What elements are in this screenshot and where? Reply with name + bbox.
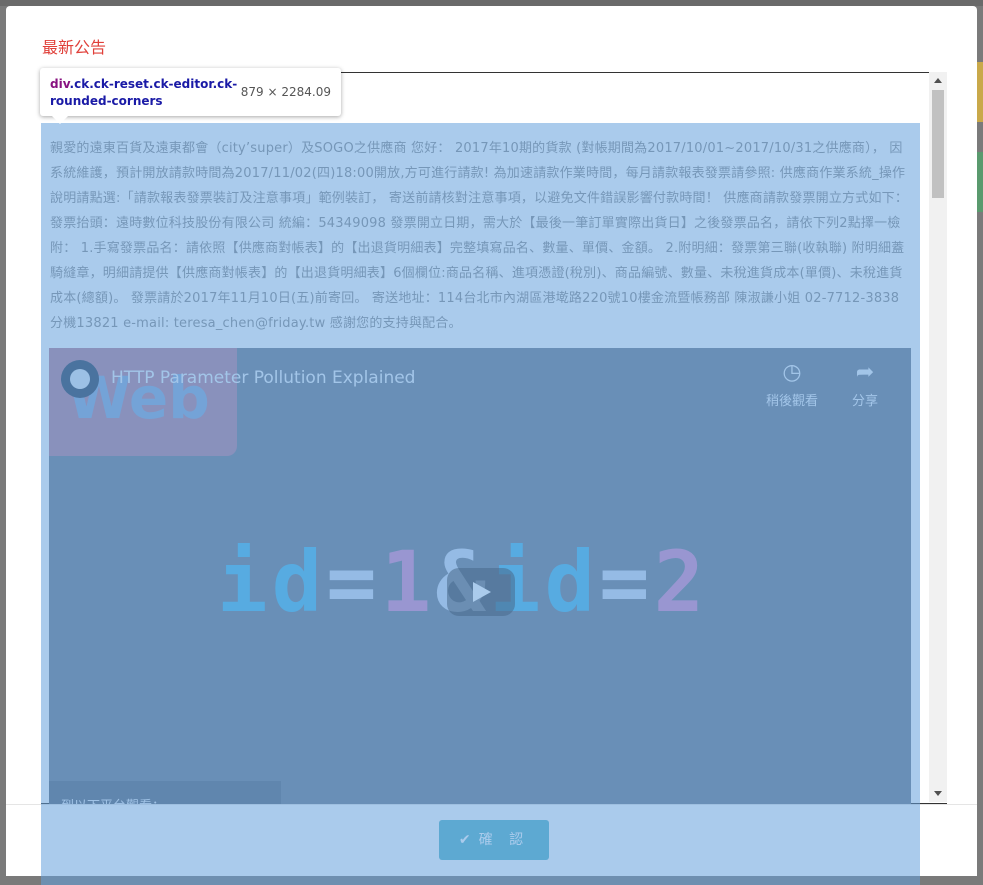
modal-title: 最新公告 bbox=[42, 38, 107, 57]
scrollbar-thumb[interactable] bbox=[932, 90, 944, 198]
watch-later-button[interactable]: ◷ 稍後觀看 bbox=[762, 360, 822, 409]
scroll-up-arrow-icon[interactable] bbox=[934, 78, 942, 83]
share-label: 分享 bbox=[851, 394, 878, 409]
check-icon: ✔ bbox=[458, 832, 471, 848]
video-title[interactable]: HTTP Parameter Pollution Explained bbox=[111, 368, 415, 388]
modal-footer: ✔ 確 認 bbox=[6, 804, 977, 876]
channel-avatar[interactable] bbox=[61, 360, 99, 398]
share-arrow-icon: ➦ bbox=[855, 360, 875, 385]
clock-icon: ◷ bbox=[782, 360, 802, 385]
devtools-inspect-tooltip: div.ck.ck-reset.ck-editor.ck-rounded-cor… bbox=[40, 68, 341, 124]
element-dimensions: 879 × 2284.09 bbox=[240, 85, 331, 99]
element-selector: div.ck.ck-reset.ck-editor.ck-rounded-cor… bbox=[50, 77, 238, 108]
confirm-button[interactable]: ✔ 確 認 bbox=[439, 820, 549, 860]
scroll-down-arrow-icon[interactable] bbox=[934, 791, 942, 796]
announcement-content: 親愛的遠東百貨及遠東都會（city’super）及SOGO之供應商 您好： 20… bbox=[41, 123, 920, 336]
background-accent-green bbox=[977, 152, 983, 212]
background-accent-yellow bbox=[977, 62, 983, 122]
share-button[interactable]: ➦ 分享 bbox=[835, 360, 895, 409]
play-button-icon[interactable] bbox=[447, 568, 515, 616]
watch-later-label: 稍後觀看 bbox=[765, 394, 818, 409]
editor-scrollbar[interactable] bbox=[929, 72, 947, 802]
announcement-text: 親愛的遠東百貨及遠東都會（city’super）及SOGO之供應商 您好： 20… bbox=[50, 141, 909, 331]
embedded-video[interactable]: Web HTTP Parameter Pollution Explained ◷… bbox=[49, 348, 911, 808]
